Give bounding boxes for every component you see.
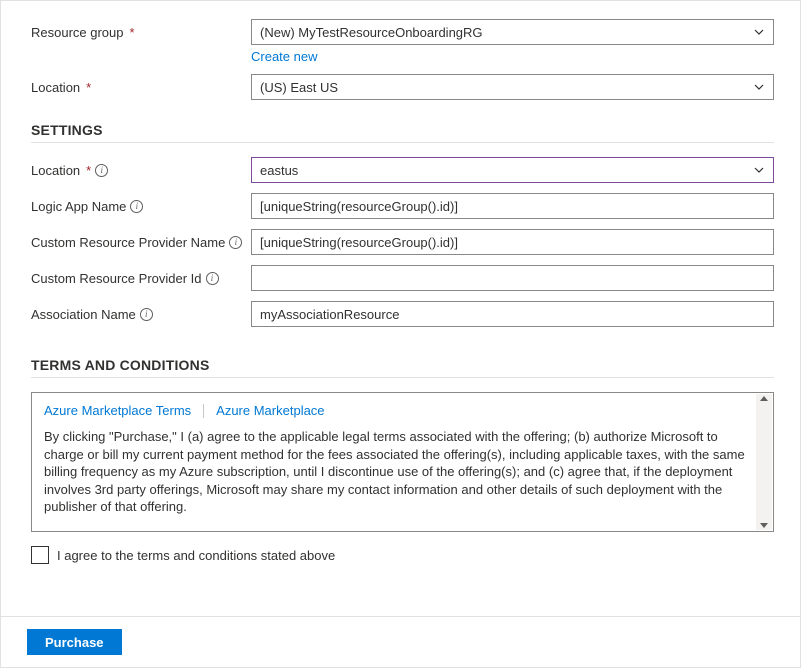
- scroll-down-icon[interactable]: [760, 523, 768, 528]
- agree-checkbox[interactable]: [31, 546, 49, 564]
- location-basics-value: (US) East US: [260, 80, 338, 95]
- row-crp-name: Custom Resource Provider Name i: [31, 229, 774, 255]
- row-logic-app-name: Logic App Name i: [31, 193, 774, 219]
- assoc-name-input[interactable]: [251, 301, 774, 327]
- required-asterisk: *: [86, 163, 91, 178]
- logic-app-name-label: Logic App Name i: [31, 193, 251, 214]
- logic-app-name-input[interactable]: [251, 193, 774, 219]
- terms-box: Azure Marketplace Terms Azure Marketplac…: [31, 392, 774, 532]
- terms-body-text: By clicking "Purchase," I (a) agree to t…: [44, 428, 761, 516]
- assoc-name-label: Association Name i: [31, 301, 251, 322]
- azure-marketplace-link[interactable]: Azure Marketplace: [216, 403, 324, 418]
- info-icon[interactable]: i: [95, 164, 108, 177]
- required-asterisk: *: [130, 25, 135, 40]
- crp-name-label: Custom Resource Provider Name i: [31, 229, 251, 250]
- required-asterisk: *: [86, 80, 91, 95]
- row-settings-location: Location * i eastus: [31, 157, 774, 183]
- info-icon[interactable]: i: [140, 308, 153, 321]
- link-separator: [203, 404, 204, 418]
- agree-label: I agree to the terms and conditions stat…: [57, 548, 335, 563]
- chevron-down-icon: [753, 81, 765, 93]
- row-location-basics: Location * (US) East US: [31, 74, 774, 100]
- terms-heading: TERMS AND CONDITIONS: [31, 357, 774, 373]
- row-assoc-name: Association Name i: [31, 301, 774, 327]
- crp-id-label-text: Custom Resource Provider Id: [31, 271, 202, 286]
- settings-location-value: eastus: [260, 163, 298, 178]
- crp-name-input[interactable]: [251, 229, 774, 255]
- row-resource-group: Resource group * (New) MyTestResourceOnb…: [31, 19, 774, 64]
- create-new-link[interactable]: Create new: [251, 49, 317, 64]
- terms-scrollbar[interactable]: [756, 394, 772, 530]
- crp-id-input[interactable]: [251, 265, 774, 291]
- settings-location-label-text: Location: [31, 163, 80, 178]
- deployment-panel: Resource group * (New) MyTestResourceOnb…: [0, 0, 801, 668]
- resource-group-value: (New) MyTestResourceOnboardingRG: [260, 25, 483, 40]
- terms-links: Azure Marketplace Terms Azure Marketplac…: [44, 403, 761, 418]
- settings-divider: [31, 142, 774, 143]
- location-basics-label-text: Location: [31, 80, 80, 95]
- location-basics-select[interactable]: (US) East US: [251, 74, 774, 100]
- logic-app-name-label-text: Logic App Name: [31, 199, 126, 214]
- crp-name-label-text: Custom Resource Provider Name: [31, 235, 225, 250]
- resource-group-label-text: Resource group: [31, 25, 124, 40]
- settings-heading: SETTINGS: [31, 122, 774, 138]
- crp-id-label: Custom Resource Provider Id i: [31, 265, 251, 286]
- resource-group-select[interactable]: (New) MyTestResourceOnboardingRG: [251, 19, 774, 45]
- terms-divider: [31, 377, 774, 378]
- info-icon[interactable]: i: [206, 272, 219, 285]
- resource-group-label: Resource group *: [31, 19, 251, 40]
- row-crp-id: Custom Resource Provider Id i: [31, 265, 774, 291]
- settings-location-select[interactable]: eastus: [251, 157, 774, 183]
- info-icon[interactable]: i: [130, 200, 143, 213]
- settings-location-label: Location * i: [31, 157, 251, 178]
- assoc-name-label-text: Association Name: [31, 307, 136, 322]
- footer: Purchase: [1, 616, 800, 667]
- agree-row: I agree to the terms and conditions stat…: [31, 546, 774, 564]
- resource-group-field: (New) MyTestResourceOnboardingRG Create …: [251, 19, 774, 64]
- scroll-up-icon[interactable]: [760, 396, 768, 401]
- purchase-button[interactable]: Purchase: [27, 629, 122, 655]
- location-basics-label: Location *: [31, 74, 251, 95]
- info-icon[interactable]: i: [229, 236, 242, 249]
- azure-marketplace-terms-link[interactable]: Azure Marketplace Terms: [44, 403, 191, 418]
- chevron-down-icon: [753, 26, 765, 38]
- chevron-down-icon: [753, 164, 765, 176]
